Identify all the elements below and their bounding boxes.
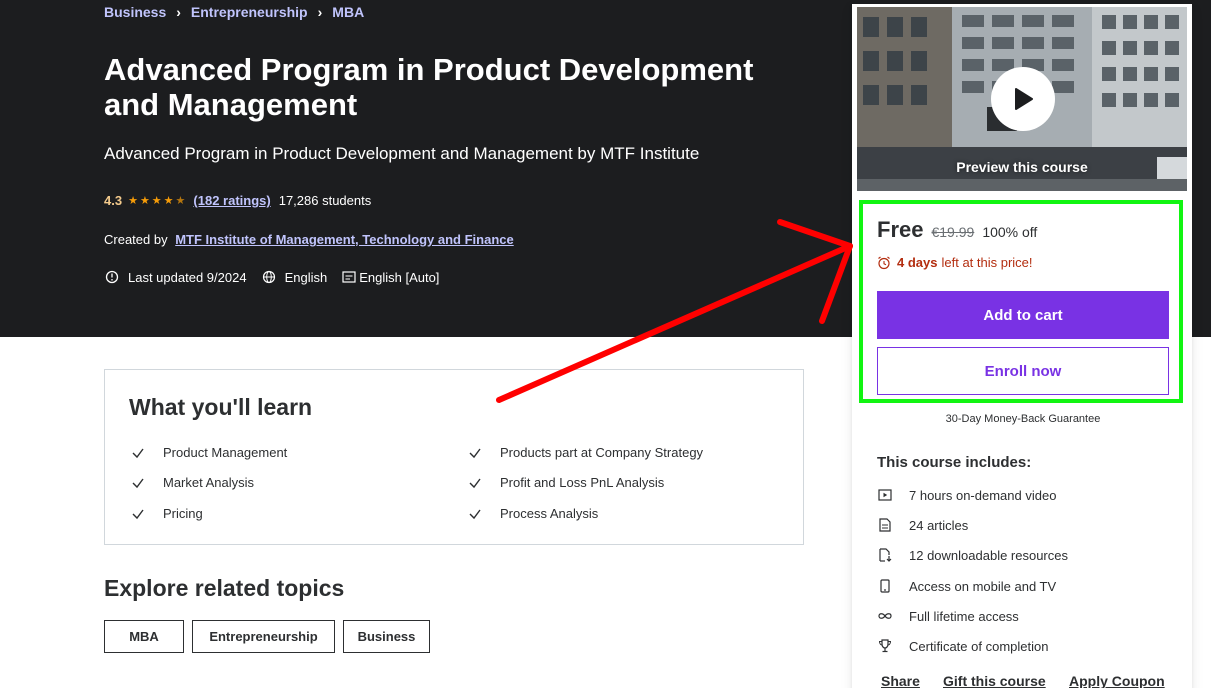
include-item: Certificate of completion xyxy=(877,638,1048,654)
course-title: Advanced Program in Product Development … xyxy=(104,52,754,122)
money-back-guarantee: 30-Day Money-Back Guarantee xyxy=(945,413,1101,425)
learn-item-text: Market Analysis xyxy=(163,475,255,490)
explore-topics-title: Explore related topics xyxy=(104,575,345,601)
include-text: 12 downloadable resources xyxy=(909,547,1068,563)
play-button[interactable] xyxy=(991,67,1055,131)
price-row: Free €19.99 100% off xyxy=(877,217,1037,243)
breadcrumb-business[interactable]: Business xyxy=(104,4,166,20)
course-subtitle: Advanced Program in Product Development … xyxy=(104,144,700,163)
includes-title: This course includes: xyxy=(877,454,1032,471)
check-icon xyxy=(132,478,144,488)
captions-icon xyxy=(341,269,357,285)
discount-percent: 100% off xyxy=(982,224,1038,240)
check-icon xyxy=(469,448,481,458)
learn-item-text: Pricing xyxy=(163,506,203,521)
breadcrumb-entrepreneurship[interactable]: Entrepreneurship xyxy=(191,4,308,20)
current-price: Free xyxy=(877,217,924,242)
price-timer: 4 days left at this price! xyxy=(877,255,1033,270)
learn-item: Process Analysis xyxy=(468,506,598,521)
learn-item: Market Analysis xyxy=(131,475,254,490)
check-icon xyxy=(132,448,144,458)
learn-item: Products part at Company Strategy xyxy=(468,445,703,460)
original-price: €19.99 xyxy=(931,224,975,240)
include-item: 12 downloadable resources xyxy=(877,547,1068,563)
star-rating-icon: ★★★★★ xyxy=(128,195,188,207)
meta-row: Last updated 9/2024 English English [Aut… xyxy=(104,269,439,285)
trophy-icon xyxy=(877,638,893,654)
download-file-icon xyxy=(877,547,893,563)
chevron-right-icon: › xyxy=(176,4,181,20)
learn-item-text: Process Analysis xyxy=(500,506,599,521)
learn-item-text: Product Management xyxy=(163,445,288,460)
author-link[interactable]: MTF Institute of Management, Technology … xyxy=(175,232,514,247)
breadcrumb-mba[interactable]: MBA xyxy=(332,4,364,20)
preview-label: Preview this course xyxy=(956,159,1088,175)
ratings-count-link[interactable]: (182 ratings) xyxy=(193,193,270,208)
article-icon xyxy=(877,517,893,533)
add-to-cart-button[interactable]: Add to cart xyxy=(877,291,1169,339)
topic-entrepreneurship-button[interactable]: Entrepreneurship xyxy=(192,620,335,653)
enroll-now-button[interactable]: Enroll now xyxy=(877,347,1169,395)
timer-text: left at this price! xyxy=(941,255,1033,270)
course-preview[interactable]: Preview this course xyxy=(857,7,1187,191)
check-icon xyxy=(132,509,144,519)
include-item: Access on mobile and TV xyxy=(877,578,1056,594)
learn-item-text: Products part at Company Strategy xyxy=(500,445,704,460)
include-text: Certificate of completion xyxy=(909,638,1049,654)
topic-business-button[interactable]: Business xyxy=(343,620,430,653)
mobile-icon xyxy=(877,578,893,594)
infinity-icon xyxy=(877,608,893,624)
play-icon xyxy=(1015,88,1033,110)
apply-coupon-link[interactable]: Apply Coupon xyxy=(1069,673,1165,688)
timer-days: 4 days xyxy=(897,255,938,270)
include-text: 7 hours on-demand video xyxy=(909,487,1057,503)
check-icon xyxy=(469,478,481,488)
include-item: 24 articles xyxy=(877,517,968,533)
gift-course-link[interactable]: Gift this course xyxy=(943,673,1046,688)
created-by-row: Created by MTF Institute of Management, … xyxy=(104,232,514,247)
what-youll-learn-box: What you'll learn Product Management Pro… xyxy=(104,369,804,545)
check-icon xyxy=(469,509,481,519)
learn-item: Product Management xyxy=(131,445,287,460)
rating-value: 4.3 xyxy=(104,193,123,208)
include-item: Full lifetime access xyxy=(877,608,1019,624)
learn-item-text: Profit and Loss PnL Analysis xyxy=(500,475,665,490)
share-link[interactable]: Share xyxy=(881,673,920,688)
learn-title: What you'll learn xyxy=(129,394,313,420)
include-text: Full lifetime access xyxy=(909,608,1019,624)
include-item: 7 hours on-demand video xyxy=(877,487,1056,503)
last-updated: Last updated 9/2024 xyxy=(128,269,247,285)
created-by-label: Created by xyxy=(104,232,168,247)
course-language: English xyxy=(284,269,328,285)
globe-icon xyxy=(261,269,277,285)
include-text: 24 articles xyxy=(909,517,969,533)
learn-item: Pricing xyxy=(131,506,203,521)
learn-item: Profit and Loss PnL Analysis xyxy=(468,475,664,490)
include-text: Access on mobile and TV xyxy=(909,578,1057,594)
alert-icon xyxy=(104,269,120,285)
video-icon xyxy=(877,487,893,503)
chevron-right-icon: › xyxy=(317,4,323,20)
topic-mba-button[interactable]: MBA xyxy=(104,620,184,653)
breadcrumb: Business › Entrepreneurship › MBA xyxy=(104,4,364,20)
purchase-sidebar: Preview this course Free €19.99 100% off… xyxy=(852,4,1192,688)
rating-row: 4.3 ★★★★★ (182 ratings) 17,286 students xyxy=(104,193,371,208)
course-captions: English [Auto] xyxy=(359,269,440,285)
alarm-clock-icon xyxy=(878,256,890,269)
students-count: 17,286 students xyxy=(278,193,372,208)
